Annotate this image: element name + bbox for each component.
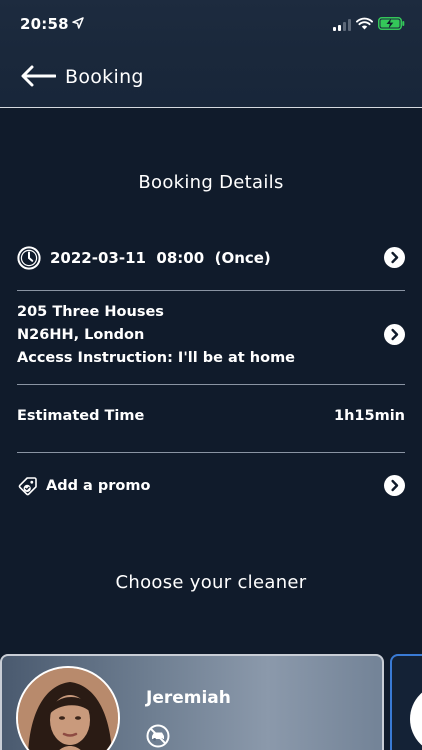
page-title: Booking [65, 66, 144, 88]
promo-tag-icon [18, 477, 37, 496]
location-arrow-icon [72, 17, 84, 29]
address-line1: 205 Three Houses [17, 304, 164, 320]
estimated-time-label: Estimated Time [17, 408, 145, 424]
add-promo-row[interactable]: Add a promo [17, 474, 405, 498]
cellular-signal-icon [333, 19, 351, 31]
avatar [16, 666, 120, 750]
estimated-time-row: Estimated Time 1h15min [17, 408, 405, 428]
back-arrow-icon [21, 65, 57, 87]
app-header: Booking [0, 52, 422, 108]
address-row[interactable]: 205 Three Houses N26HH, London Access In… [17, 304, 405, 370]
no-car-icon [146, 724, 170, 748]
divider [17, 452, 405, 453]
booking-datetime: 2022-03-11 08:00 (Once) [50, 249, 271, 267]
estimated-time-value: 1h15min [334, 408, 405, 424]
status-bar: 20:58 [0, 0, 422, 52]
datetime-chevron-icon[interactable] [384, 247, 405, 268]
back-button[interactable] [20, 64, 60, 88]
booking-details-heading: Booking Details [138, 172, 284, 193]
address-line2: N26HH, London [17, 327, 145, 343]
cleaner-name: Jeremiah [146, 688, 231, 708]
booking-datetime-row[interactable]: 2022-03-11 08:00 (Once) [17, 246, 405, 272]
wifi-icon [356, 17, 373, 30]
promo-chevron-icon[interactable] [384, 475, 405, 496]
avatar [410, 684, 422, 750]
clock-icon [17, 246, 41, 270]
status-time: 20:58 [20, 15, 69, 33]
cleaner-card[interactable] [390, 654, 422, 750]
divider [17, 384, 405, 385]
cleaner-card[interactable]: Jeremiah [0, 654, 384, 750]
divider [17, 290, 405, 291]
access-instruction: Access Instruction: I'll be at home [17, 350, 296, 366]
choose-cleaner-heading: Choose your cleaner [115, 572, 307, 593]
address-chevron-icon[interactable] [384, 324, 405, 345]
cleaner-carousel[interactable]: Jeremiah [0, 654, 422, 750]
promo-label: Add a promo [46, 478, 151, 494]
battery-charging-icon [378, 17, 405, 30]
